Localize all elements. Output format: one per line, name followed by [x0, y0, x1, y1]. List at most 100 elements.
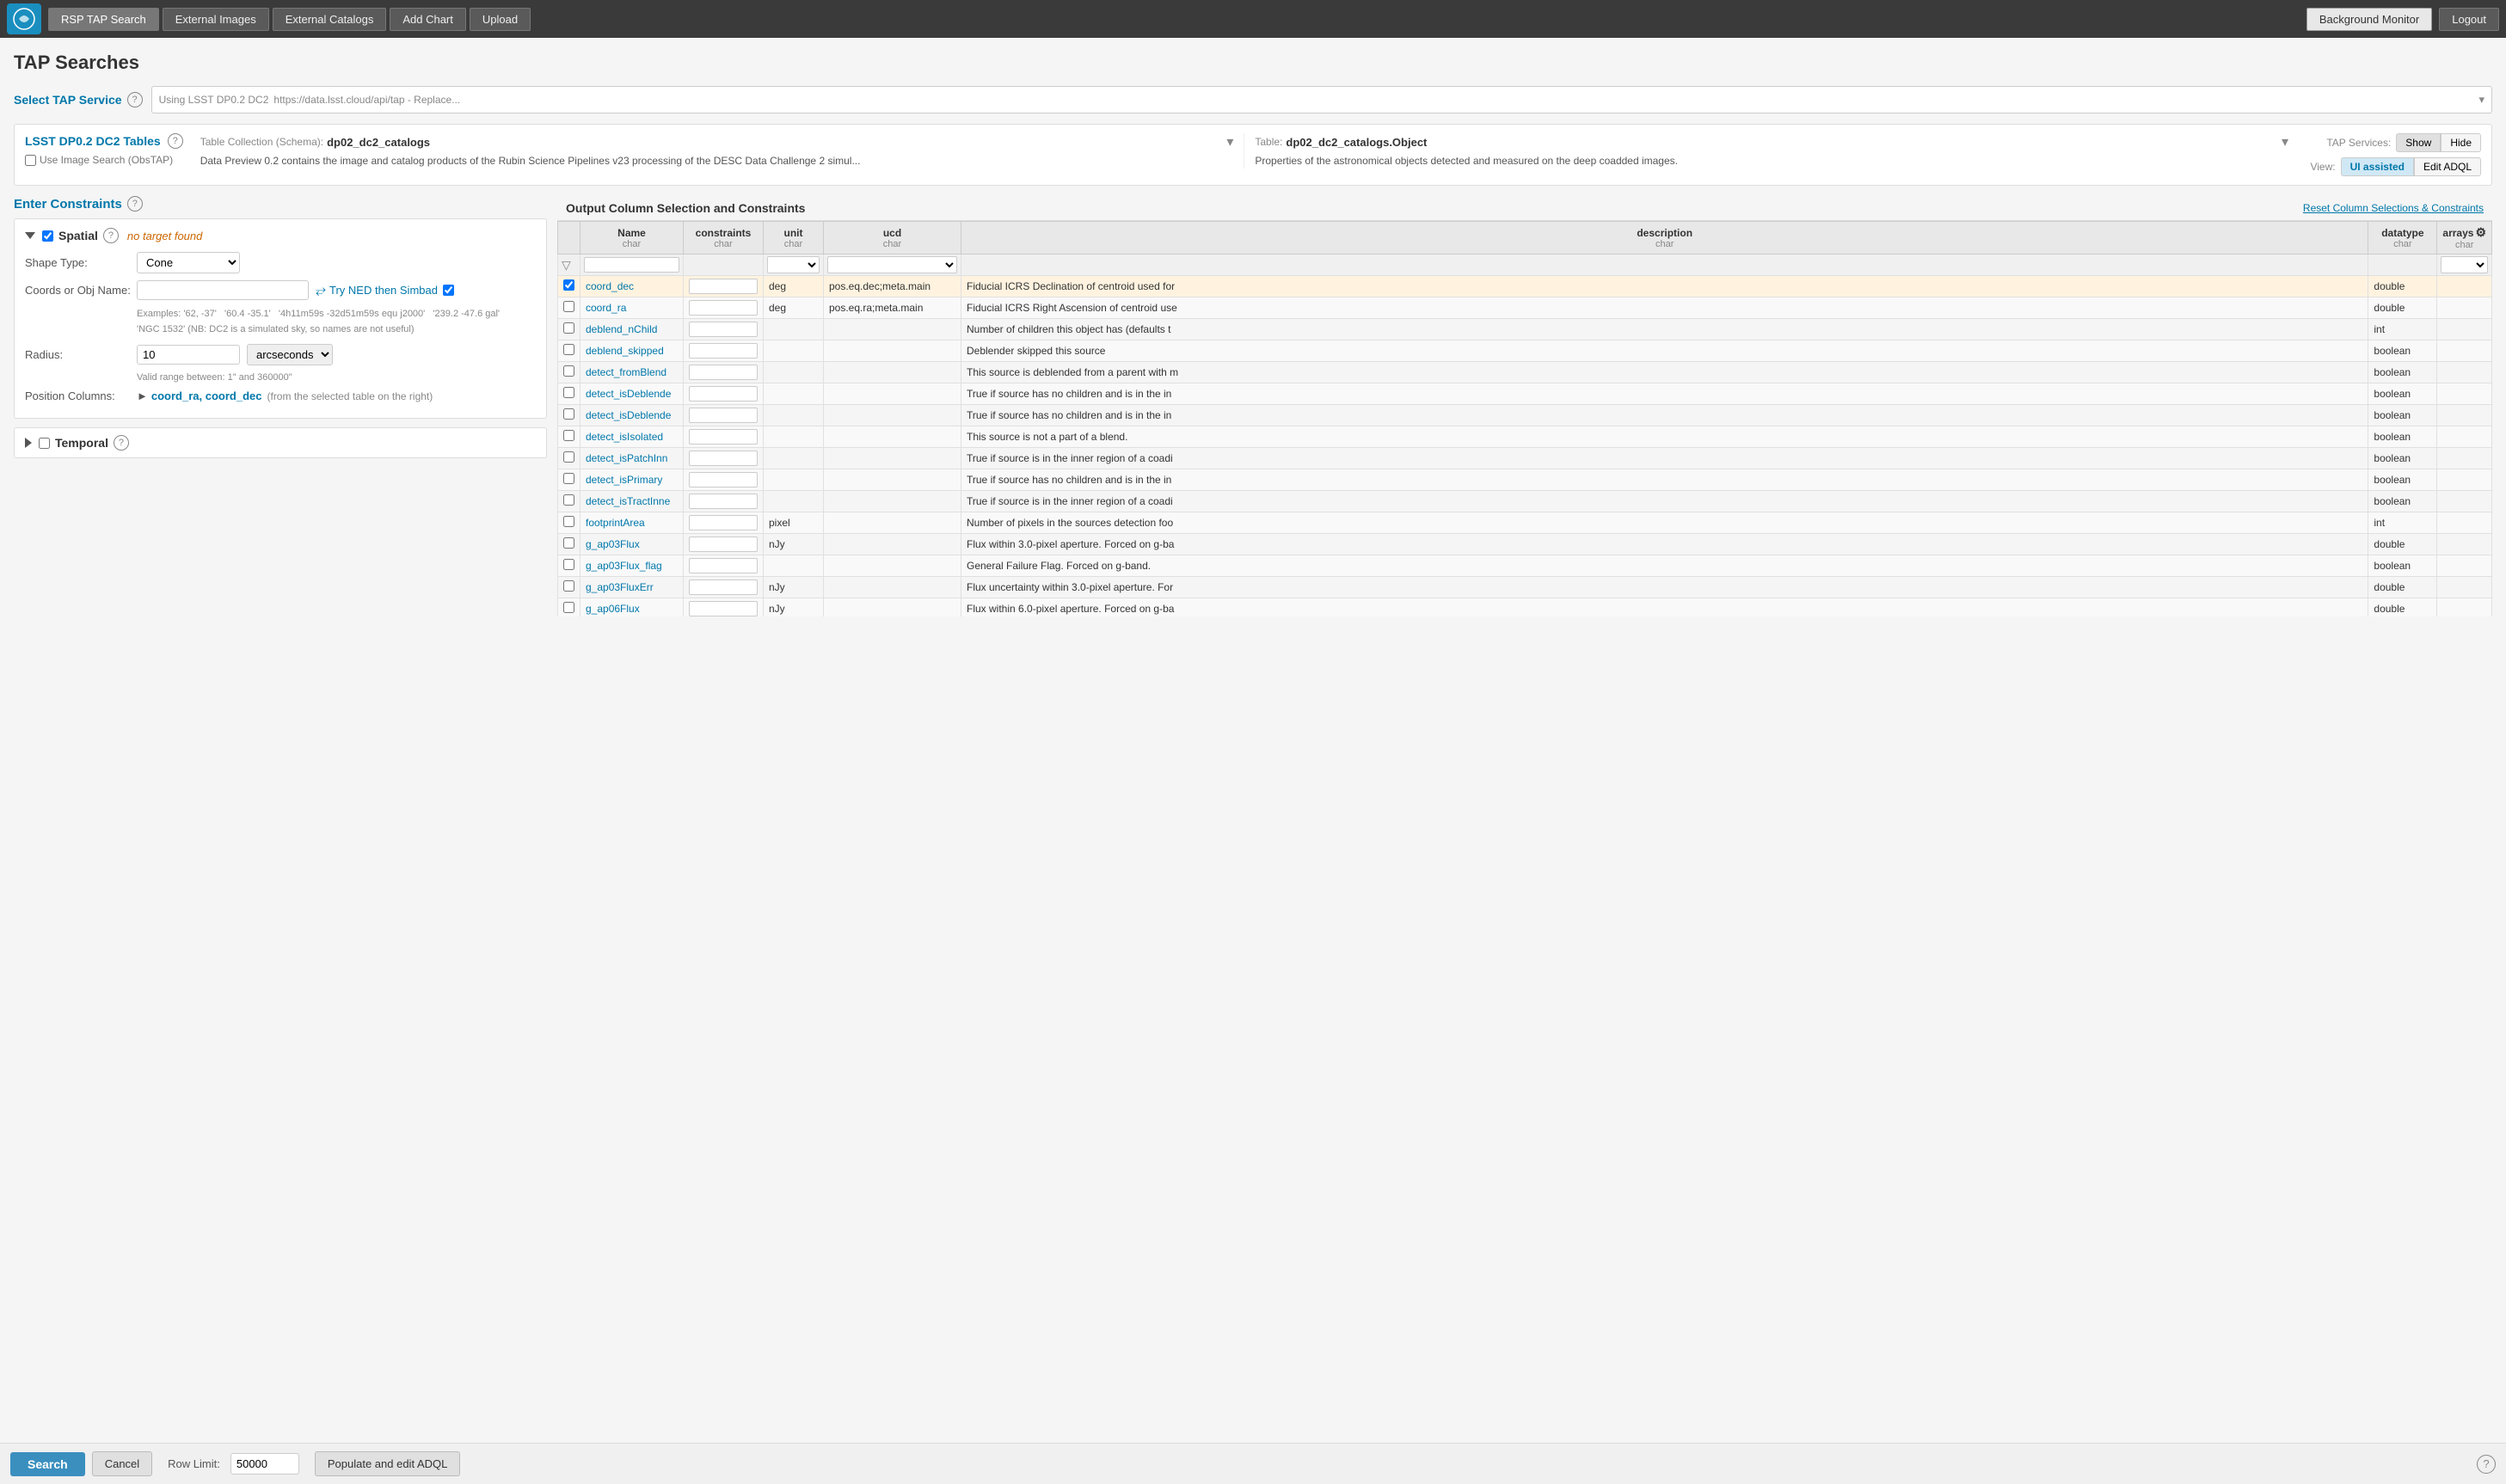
- tap-service-help-icon[interactable]: ?: [127, 92, 143, 107]
- row-checkbox-cell[interactable]: [558, 555, 580, 577]
- spatial-collapse-icon[interactable]: [25, 232, 35, 239]
- filter-ucd-cell[interactable]: [824, 254, 961, 276]
- row-checkbox-cell[interactable]: [558, 276, 580, 297]
- output-table-scroll[interactable]: Name char constraints char unit char: [557, 221, 2492, 616]
- row-checkbox[interactable]: [563, 494, 574, 506]
- col-header-ucd[interactable]: ucd char: [824, 222, 961, 254]
- row-constraints[interactable]: [684, 448, 764, 469]
- use-image-search-label[interactable]: Use Image Search (ObsTAP): [25, 154, 192, 166]
- edit-adql-button[interactable]: Edit ADQL: [2414, 157, 2481, 176]
- row-checkbox-cell[interactable]: [558, 598, 580, 617]
- search-button[interactable]: Search: [10, 1452, 85, 1476]
- row-checkbox[interactable]: [563, 473, 574, 484]
- coords-input[interactable]: [137, 280, 309, 300]
- row-checkbox[interactable]: [563, 451, 574, 463]
- use-image-search-checkbox[interactable]: [25, 155, 36, 166]
- row-checkbox-cell[interactable]: [558, 362, 580, 383]
- row-constraints[interactable]: [684, 340, 764, 362]
- row-constraints[interactable]: [684, 383, 764, 405]
- show-button[interactable]: Show: [2396, 133, 2441, 152]
- radius-input[interactable]: [137, 345, 240, 365]
- row-constraints-input[interactable]: [689, 343, 758, 359]
- row-constraints[interactable]: [684, 426, 764, 448]
- row-constraints[interactable]: [684, 319, 764, 340]
- row-constraints[interactable]: [684, 577, 764, 598]
- row-constraints-input[interactable]: [689, 322, 758, 337]
- row-checkbox[interactable]: [563, 365, 574, 377]
- row-checkbox[interactable]: [563, 408, 574, 420]
- help-bottom-icon[interactable]: ?: [2477, 1455, 2496, 1474]
- row-checkbox[interactable]: [563, 516, 574, 527]
- temporal-checkbox[interactable]: [39, 438, 50, 449]
- row-checkbox-cell[interactable]: [558, 319, 580, 340]
- row-checkbox-cell[interactable]: [558, 426, 580, 448]
- row-checkbox[interactable]: [563, 344, 574, 355]
- row-constraints-input[interactable]: [689, 579, 758, 595]
- external-catalogs-button[interactable]: External Catalogs: [273, 8, 387, 31]
- row-constraints[interactable]: [684, 555, 764, 577]
- ucd-filter-select[interactable]: [827, 256, 957, 273]
- row-checkbox-cell[interactable]: [558, 534, 580, 555]
- row-constraints-input[interactable]: [689, 408, 758, 423]
- temporal-help-icon[interactable]: ?: [114, 435, 129, 451]
- row-checkbox[interactable]: [563, 559, 574, 570]
- unit-filter-select[interactable]: deg nJy pixel: [767, 256, 820, 273]
- row-checkbox-cell[interactable]: [558, 512, 580, 534]
- upload-button[interactable]: Upload: [470, 8, 531, 31]
- col-header-name[interactable]: Name char: [580, 222, 684, 254]
- row-constraints-input[interactable]: [689, 451, 758, 466]
- row-constraints-input[interactable]: [689, 558, 758, 573]
- filter-name-cell[interactable]: [580, 254, 684, 276]
- col-header-arrays[interactable]: arrays ⚙ char: [2437, 222, 2492, 254]
- table-expand-icon[interactable]: ▾: [2282, 133, 2288, 150]
- row-checkbox-cell[interactable]: [558, 448, 580, 469]
- logout-button[interactable]: Logout: [2439, 8, 2499, 31]
- row-constraints[interactable]: [684, 534, 764, 555]
- ned-button[interactable]: ⥂ Try NED then Simbad: [316, 283, 438, 297]
- position-expand-icon[interactable]: ►: [137, 389, 148, 402]
- row-checkbox-cell[interactable]: [558, 383, 580, 405]
- row-checkbox[interactable]: [563, 387, 574, 398]
- row-constraints-input[interactable]: [689, 279, 758, 294]
- col-header-unit[interactable]: unit char: [764, 222, 824, 254]
- row-constraints[interactable]: [684, 405, 764, 426]
- row-constraints-input[interactable]: [689, 429, 758, 445]
- hide-button[interactable]: Hide: [2441, 133, 2481, 152]
- row-constraints[interactable]: [684, 276, 764, 297]
- populate-adql-button[interactable]: Populate and edit ADQL: [315, 1451, 461, 1476]
- row-checkbox[interactable]: [563, 580, 574, 592]
- tables-help-icon[interactable]: ?: [168, 133, 183, 149]
- row-checkbox-cell[interactable]: [558, 340, 580, 362]
- background-monitor-button[interactable]: Background Monitor: [2306, 8, 2432, 31]
- filter-unit-cell[interactable]: deg nJy pixel: [764, 254, 824, 276]
- row-checkbox[interactable]: [563, 322, 574, 334]
- tap-service-input-container[interactable]: Using LSST DP0.2 DC2 https://data.lsst.c…: [151, 86, 2492, 113]
- table-collection-expand-icon[interactable]: ▾: [1226, 133, 1233, 150]
- shape-type-select[interactable]: Cone: [137, 252, 240, 273]
- add-chart-button[interactable]: Add Chart: [390, 8, 466, 31]
- row-constraints[interactable]: [684, 491, 764, 512]
- row-constraints-input[interactable]: [689, 494, 758, 509]
- row-constraints-input[interactable]: [689, 300, 758, 316]
- spatial-checkbox[interactable]: [42, 230, 53, 242]
- row-checkbox-cell[interactable]: [558, 405, 580, 426]
- spatial-help-icon[interactable]: ?: [103, 228, 119, 243]
- row-checkbox[interactable]: [563, 430, 574, 441]
- row-constraints[interactable]: [684, 469, 764, 491]
- row-constraints[interactable]: [684, 362, 764, 383]
- col-header-datatype[interactable]: datatype char: [2368, 222, 2437, 254]
- row-checkbox-cell[interactable]: [558, 491, 580, 512]
- col-header-constraints[interactable]: constraints char: [684, 222, 764, 254]
- reset-columns-button[interactable]: Reset Column Selections & Constraints: [2303, 202, 2484, 214]
- settings-icon[interactable]: ⚙: [2475, 225, 2486, 240]
- row-constraints-input[interactable]: [689, 601, 758, 616]
- constraints-help-icon[interactable]: ?: [127, 196, 143, 212]
- ned-checkbox[interactable]: [443, 285, 454, 296]
- filter-arrays-cell[interactable]: [2437, 254, 2492, 276]
- col-header-description[interactable]: description char: [961, 222, 2368, 254]
- row-constraints[interactable]: [684, 598, 764, 617]
- row-checkbox[interactable]: [563, 279, 574, 291]
- temporal-expand-icon[interactable]: [25, 438, 32, 448]
- row-constraints-input[interactable]: [689, 515, 758, 530]
- row-constraints-input[interactable]: [689, 386, 758, 402]
